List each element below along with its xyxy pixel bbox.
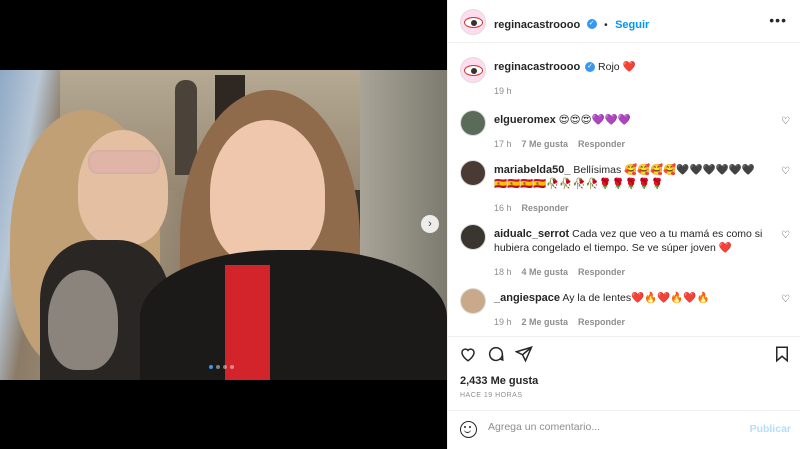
person-right-coat bbox=[140, 250, 447, 380]
comment-time[interactable]: 16 h bbox=[494, 201, 512, 215]
caption-meta: 19 h bbox=[494, 84, 766, 98]
post-header: reginacastroooo ✓ • Seguir ••• bbox=[448, 0, 800, 43]
avatar[interactable] bbox=[460, 57, 486, 83]
carousel-dot bbox=[223, 365, 227, 369]
comment-meta: 16 h Responder bbox=[494, 201, 766, 215]
comment-body: elgueromex 😍😍😍💜💜💜 17 h 7 Me gusta Respon… bbox=[494, 113, 766, 151]
like-comment-heart-icon[interactable]: ♡ bbox=[781, 166, 790, 177]
bookmark-icon[interactable] bbox=[773, 345, 791, 363]
more-options-icon[interactable]: ••• bbox=[769, 12, 787, 28]
reply-button[interactable]: Responder bbox=[522, 201, 569, 215]
carousel-next-button[interactable]: › bbox=[421, 215, 439, 233]
verified-badge-icon: ✓ bbox=[585, 62, 596, 73]
caption-time[interactable]: 19 h bbox=[494, 84, 512, 98]
caption-body: reginacastroooo ✓ Rojo ❤️ 19 h bbox=[494, 60, 766, 98]
separator-dot: • bbox=[604, 20, 608, 31]
person-left-face bbox=[78, 130, 168, 245]
comment-time[interactable]: 18 h bbox=[494, 265, 512, 279]
post-panel: reginacastroooo ✓ • Seguir ••• reginacas… bbox=[447, 0, 800, 449]
avatar[interactable] bbox=[460, 110, 486, 136]
post-author-username[interactable]: reginacastroooo bbox=[494, 19, 580, 31]
post-actions: 2,433 Me gusta HACE 19 HORAS Publicar bbox=[448, 336, 800, 446]
emoji-icon[interactable] bbox=[460, 421, 477, 438]
comment-body: aidualc_serrot Cada vez que veo a tu mam… bbox=[494, 227, 766, 279]
comment-item: elgueromex 😍😍😍💜💜💜 17 h 7 Me gusta Respon… bbox=[460, 110, 790, 154]
comment-input[interactable] bbox=[488, 421, 738, 433]
comment-time[interactable]: 19 h bbox=[494, 315, 512, 329]
like-comment-heart-icon[interactable]: ♡ bbox=[781, 230, 790, 241]
comment-time[interactable]: 17 h bbox=[494, 137, 512, 151]
comment-username[interactable]: mariabelda50_ bbox=[494, 164, 570, 176]
comment-meta: 17 h 7 Me gusta Responder bbox=[494, 137, 766, 151]
heart-icon[interactable] bbox=[459, 345, 477, 363]
comment-body: _angiespace Ay la de lentes❤️🔥❤️🔥❤️🔥 19 … bbox=[494, 291, 766, 329]
verified-badge-icon: ✓ bbox=[586, 18, 597, 29]
avatar[interactable] bbox=[460, 160, 486, 186]
share-icon[interactable] bbox=[515, 345, 533, 363]
comment-username[interactable]: aidualc_serrot bbox=[494, 228, 569, 240]
comment-likes[interactable]: 7 Me gusta bbox=[522, 137, 569, 151]
fur-collar bbox=[48, 270, 118, 370]
comment-likes[interactable]: 2 Me gusta bbox=[522, 315, 569, 329]
carousel-dot bbox=[230, 365, 234, 369]
caption-username[interactable]: reginacastroooo bbox=[494, 61, 580, 73]
eye-logo-icon bbox=[464, 65, 483, 76]
carousel-dot bbox=[209, 365, 213, 369]
avatar[interactable] bbox=[460, 9, 486, 35]
like-comment-heart-icon[interactable]: ♡ bbox=[781, 294, 790, 305]
comment-item: _angiespace Ay la de lentes❤️🔥❤️🔥❤️🔥 19 … bbox=[460, 288, 790, 332]
post-timestamp[interactable]: HACE 19 HORAS bbox=[460, 392, 523, 399]
comment-likes[interactable]: 4 Me gusta bbox=[522, 265, 569, 279]
like-comment-heart-icon[interactable]: ♡ bbox=[781, 116, 790, 127]
comment-username[interactable]: elgueromex bbox=[494, 114, 556, 126]
person-right-face bbox=[210, 120, 325, 265]
avatar[interactable] bbox=[460, 288, 486, 314]
red-top bbox=[225, 265, 270, 380]
comment-item: mariabelda50_ Bellísimas 🥰🥰🥰🥰🖤🖤🖤🖤🖤🖤🇪🇸🇪🇸🇪… bbox=[460, 160, 790, 218]
comment-composer: Publicar bbox=[448, 410, 800, 449]
carousel-dot bbox=[216, 365, 220, 369]
comment-meta: 19 h 2 Me gusta Responder bbox=[494, 315, 766, 329]
comment-icon[interactable] bbox=[487, 345, 505, 363]
caption-text: Rojo ❤️ bbox=[598, 61, 636, 73]
comment-meta: 18 h 4 Me gusta Responder bbox=[494, 265, 766, 279]
comment-item: aidualc_serrot Cada vez que veo a tu mam… bbox=[460, 224, 790, 282]
avatar[interactable] bbox=[460, 224, 486, 250]
post-photo[interactable] bbox=[0, 70, 447, 380]
publish-button[interactable]: Publicar bbox=[750, 423, 791, 435]
comment-text: 😍😍😍💜💜💜 bbox=[558, 114, 631, 126]
reply-button[interactable]: Responder bbox=[578, 315, 625, 329]
comment-username[interactable]: _angiespace bbox=[494, 292, 560, 304]
eye-logo-icon bbox=[464, 17, 483, 28]
comment-body: mariabelda50_ Bellísimas 🥰🥰🥰🥰🖤🖤🖤🖤🖤🖤🇪🇸🇪🇸🇪… bbox=[494, 163, 766, 215]
follow-button[interactable]: Seguir bbox=[615, 19, 649, 31]
sunglasses bbox=[88, 150, 160, 174]
carousel-dots bbox=[209, 365, 234, 369]
post-media: › bbox=[0, 0, 447, 449]
comment-text: Ay la de lentes❤️🔥❤️🔥❤️🔥 bbox=[562, 292, 710, 304]
reply-button[interactable]: Responder bbox=[578, 137, 625, 151]
likes-count[interactable]: 2,433 Me gusta bbox=[460, 375, 538, 387]
post-caption: reginacastroooo ✓ Rojo ❤️ 19 h bbox=[460, 57, 790, 97]
reply-button[interactable]: Responder bbox=[578, 265, 625, 279]
